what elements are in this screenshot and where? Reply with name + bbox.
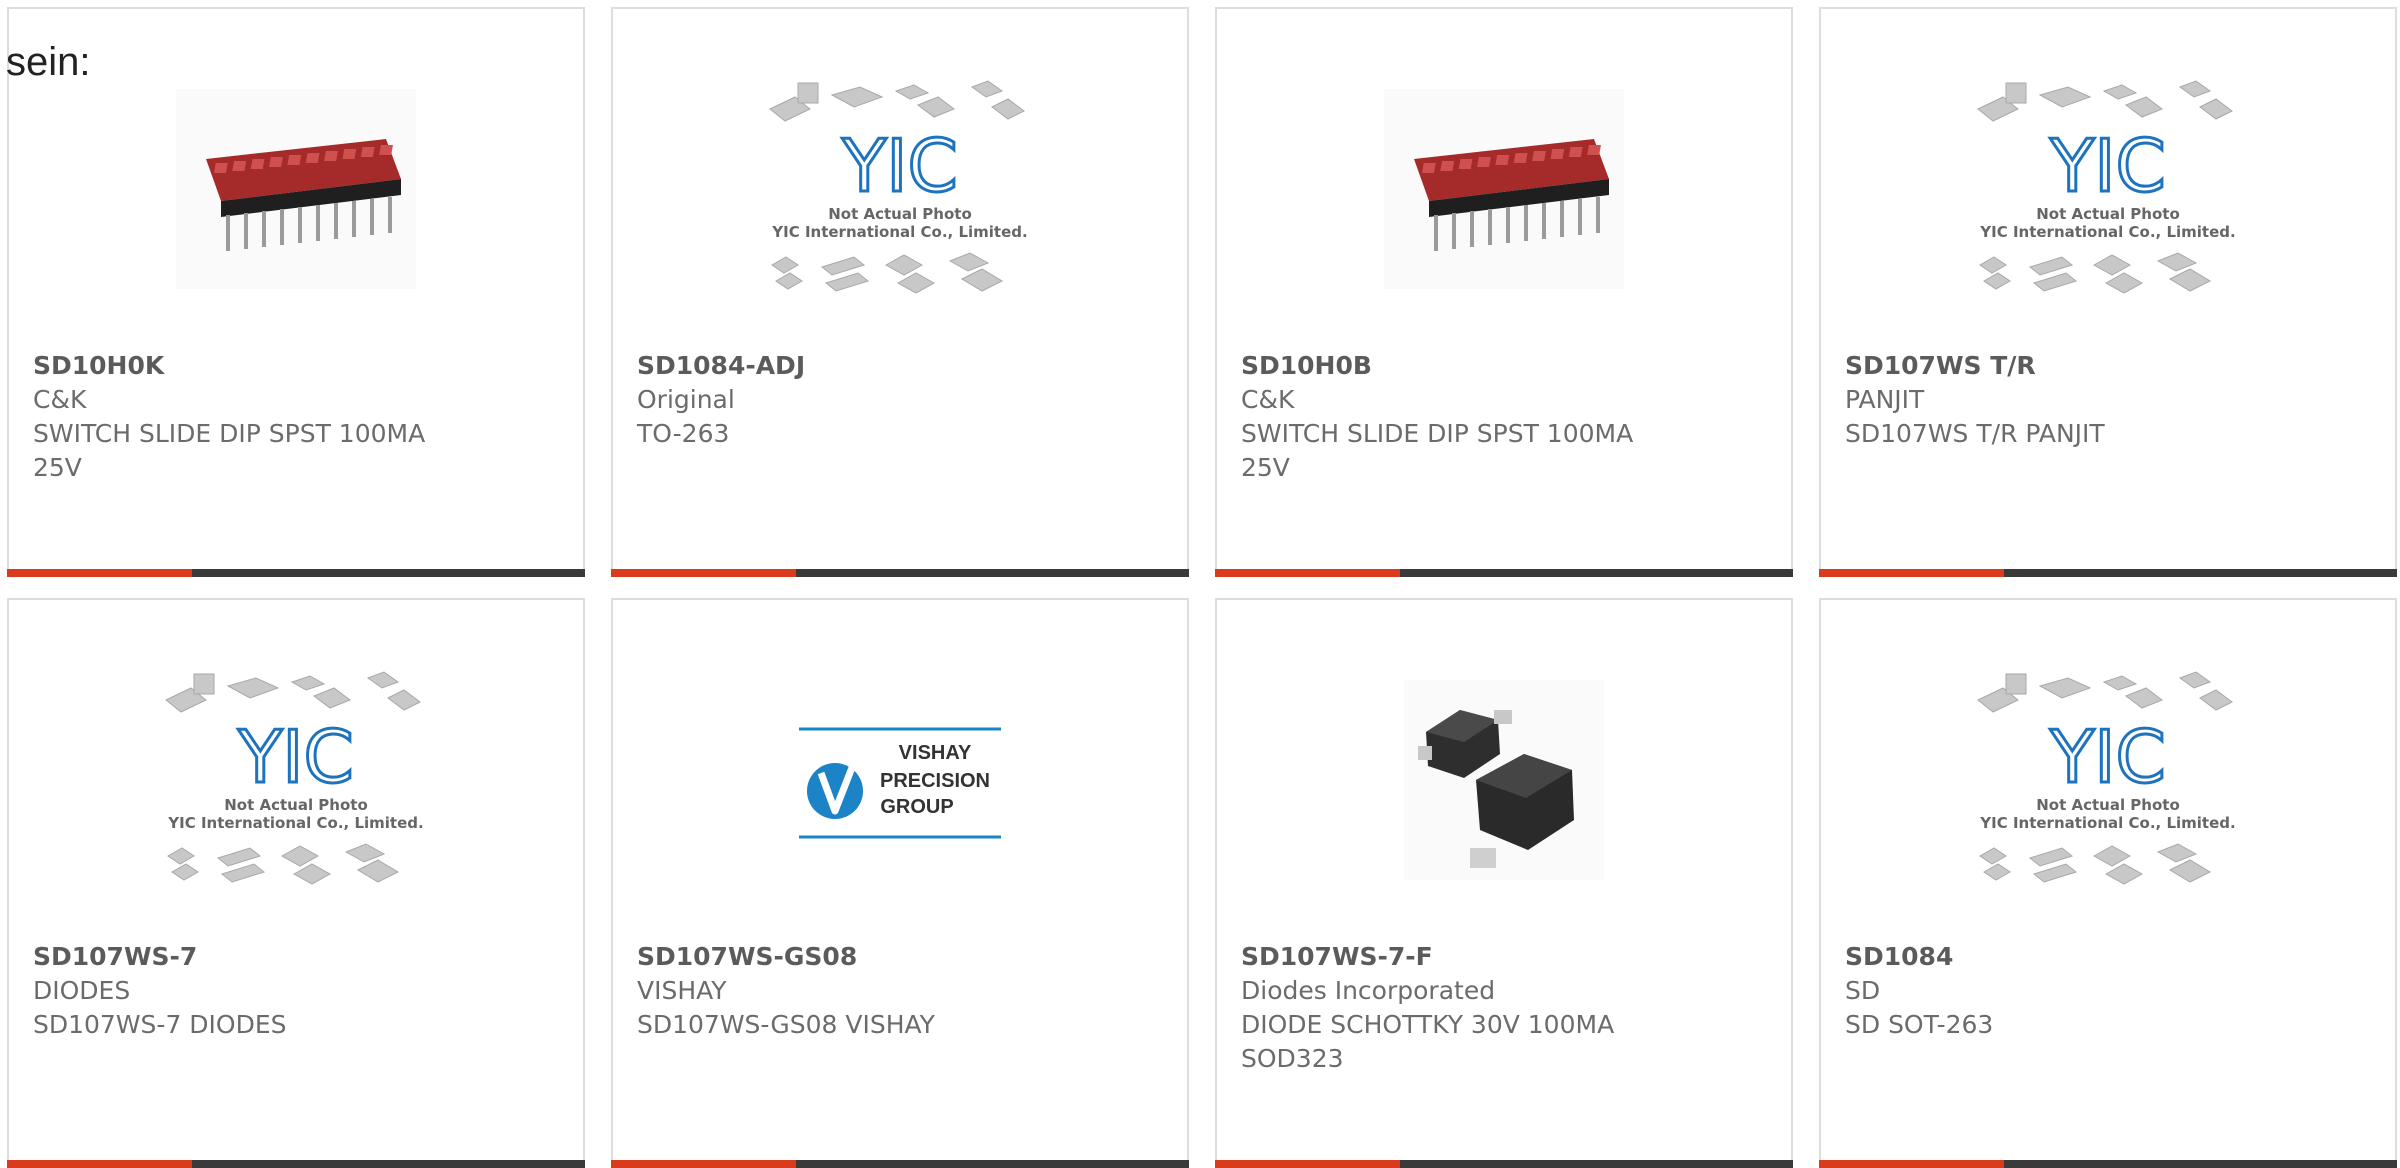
manufacturer-name: PANJIT [1845,385,1925,414]
part-number-link[interactable]: SD10H0B [1241,349,1771,383]
product-description: TO-263 [637,419,730,448]
product-image[interactable] [1217,660,1791,900]
product-info: SD107WS-7-F Diodes Incorporated DIODE SC… [1241,940,1771,1076]
vishay-logo-line3: GROUP [880,796,953,818]
part-number-link[interactable]: SD1084-ADJ [637,349,1167,383]
product-info: SD1084-ADJ Original TO-263 [637,349,1167,451]
placeholder-caption: Not Actual Photo [2036,796,2180,814]
yic-logo-text: YIC [2049,715,2166,799]
product-card[interactable]: YIC Not Actual Photo YIC International C… [1819,598,2397,1168]
card-bottom-bar [1215,569,1793,577]
dip-switch-image [176,89,416,289]
placeholder-caption: Not Actual Photo [828,205,972,223]
manufacturer-name: VISHAY [637,976,727,1005]
product-info: SD107WS T/R PANJIT SD107WS T/R PANJIT [1845,349,2375,451]
yic-logo-text: YIC [841,124,958,208]
part-number-link[interactable]: SD107WS-7 [33,940,563,974]
part-number-link[interactable]: SD107WS-GS08 [637,940,1167,974]
product-image[interactable]: YIC Not Actual Photo YIC International C… [613,69,1187,309]
manufacturer-name: C&K [1241,385,1295,414]
placeholder-company: YIC International Co., Limited. [1979,814,2235,832]
placeholder-caption: Not Actual Photo [2036,205,2180,223]
product-description-line2: 25V [33,453,82,482]
vishay-logo-line2: PRECISION [880,770,990,792]
product-card[interactable]: VISHAY PRECISION GROUP SD107WS-GS08 VISH… [611,598,1189,1168]
product-info: SD107WS-GS08 VISHAY SD107WS-GS08 VISHAY [637,940,1167,1042]
manufacturer-name: SD [1845,976,1881,1005]
product-description: SD SOT-263 [1845,1010,1994,1039]
vishay-logo-line1: VISHAY [899,742,972,764]
dip-switch-image [1384,89,1624,289]
part-number-link[interactable]: SD107WS T/R [1845,349,2375,383]
product-grid: SD10H0K C&K SWITCH SLIDE DIP SPST 100MA … [7,7,2400,1168]
manufacturer-name: Original [637,385,735,414]
product-card[interactable]: YIC Not Actual Photo YIC International C… [1819,7,2397,577]
product-info: SD10H0B C&K SWITCH SLIDE DIP SPST 100MA … [1241,349,1771,485]
manufacturer-name: Diodes Incorporated [1241,976,1496,1005]
yic-placeholder-image: YIC Not Actual Photo YIC International C… [1977,80,2236,294]
product-info: SD1084 SD SD SOT-263 [1845,940,2375,1042]
yic-logo-text: YIC [2049,124,2166,208]
card-bottom-bar [611,1160,1189,1168]
product-description: SWITCH SLIDE DIP SPST 100MA [33,419,426,448]
product-description: SWITCH SLIDE DIP SPST 100MA [1241,419,1634,448]
product-image[interactable] [1217,69,1791,309]
product-info: SD10H0K C&K SWITCH SLIDE DIP SPST 100MA … [33,349,563,485]
placeholder-company: YIC International Co., Limited. [1979,223,2235,241]
part-number-link[interactable]: SD1084 [1845,940,2375,974]
product-image[interactable]: YIC Not Actual Photo YIC International C… [1821,660,2395,900]
product-image[interactable] [9,69,583,309]
yic-placeholder-image: YIC Not Actual Photo YIC International C… [165,671,424,885]
part-number-link[interactable]: SD107WS-7-F [1241,940,1771,974]
card-bottom-bar [1215,1160,1793,1168]
card-bottom-bar [7,569,585,577]
product-card[interactable]: SD107WS-7-F Diodes Incorporated DIODE SC… [1215,598,1793,1168]
part-number-link[interactable]: SD10H0K [33,349,563,383]
product-card[interactable]: SD10H0B C&K SWITCH SLIDE DIP SPST 100MA … [1215,7,1793,577]
product-image[interactable]: VISHAY PRECISION GROUP [613,660,1187,900]
manufacturer-name: DIODES [33,976,131,1005]
card-bottom-bar [1819,1160,2397,1168]
placeholder-company: YIC International Co., Limited. [167,814,423,832]
product-description: SD107WS-7 DIODES [33,1010,287,1039]
product-description: DIODE SCHOTTKY 30V 100MA [1241,1010,1615,1039]
manufacturer-name: C&K [33,385,87,414]
product-description: SD107WS T/R PANJIT [1845,419,2105,448]
card-bottom-bar [7,1160,585,1168]
product-image[interactable]: YIC Not Actual Photo YIC International C… [1821,69,2395,309]
product-card[interactable]: YIC Not Actual Photo YIC International C… [7,598,585,1168]
yic-placeholder-image: YIC Not Actual Photo YIC International C… [769,80,1028,294]
product-card[interactable]: SD10H0K C&K SWITCH SLIDE DIP SPST 100MA … [7,7,585,577]
sod323-diode-image [1404,680,1604,880]
lead-text: sein: [6,40,91,84]
product-description-line2: SOD323 [1241,1044,1344,1073]
card-bottom-bar [611,569,1189,577]
product-description: SD107WS-GS08 VISHAY [637,1010,935,1039]
yic-placeholder-image: YIC Not Actual Photo YIC International C… [1977,671,2236,885]
yic-logo-text: YIC [237,715,354,799]
placeholder-caption: Not Actual Photo [224,796,368,814]
product-image[interactable]: YIC Not Actual Photo YIC International C… [9,660,583,900]
placeholder-company: YIC International Co., Limited. [771,223,1027,241]
card-bottom-bar [1819,569,2397,577]
product-description-line2: 25V [1241,453,1290,482]
product-info: SD107WS-7 DIODES SD107WS-7 DIODES [33,940,563,1042]
vishay-logo-image: VISHAY PRECISION GROUP [795,715,1005,845]
product-card[interactable]: YIC Not Actual Photo YIC International C… [611,7,1189,577]
